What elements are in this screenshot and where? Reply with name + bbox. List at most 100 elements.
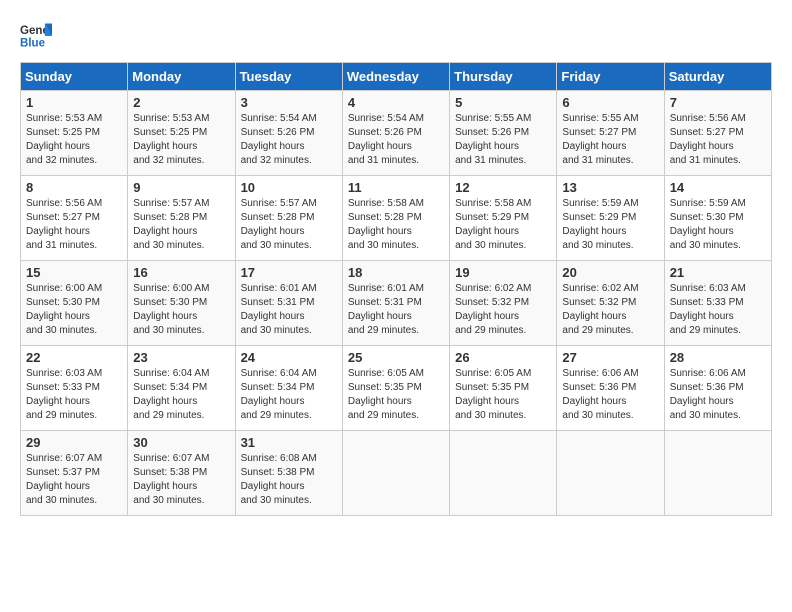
day-header-saturday: Saturday bbox=[664, 63, 771, 91]
calendar-cell: 7 Sunrise: 5:56 AMSunset: 5:27 PMDayligh… bbox=[664, 91, 771, 176]
cell-content: Sunrise: 6:05 AMSunset: 5:35 PMDaylight … bbox=[455, 367, 551, 423]
day-number: 22 bbox=[26, 350, 122, 365]
cell-content: Sunrise: 5:53 AMSunset: 5:25 PMDaylight … bbox=[133, 112, 229, 168]
cell-content: Sunrise: 5:57 AMSunset: 5:28 PMDaylight … bbox=[241, 197, 337, 253]
page-header: General Blue bbox=[20, 20, 772, 52]
day-number: 8 bbox=[26, 180, 122, 195]
day-number: 28 bbox=[670, 350, 766, 365]
calendar-cell: 26 Sunrise: 6:05 AMSunset: 5:35 PMDaylig… bbox=[450, 346, 557, 431]
calendar-cell: 21 Sunrise: 6:03 AMSunset: 5:33 PMDaylig… bbox=[664, 261, 771, 346]
calendar-week-2: 8 Sunrise: 5:56 AMSunset: 5:27 PMDayligh… bbox=[21, 176, 772, 261]
day-number: 6 bbox=[562, 95, 658, 110]
calendar-cell bbox=[557, 431, 664, 516]
calendar-cell: 24 Sunrise: 6:04 AMSunset: 5:34 PMDaylig… bbox=[235, 346, 342, 431]
day-number: 29 bbox=[26, 435, 122, 450]
day-number: 27 bbox=[562, 350, 658, 365]
day-number: 19 bbox=[455, 265, 551, 280]
calendar-cell: 13 Sunrise: 5:59 AMSunset: 5:29 PMDaylig… bbox=[557, 176, 664, 261]
day-number: 20 bbox=[562, 265, 658, 280]
cell-content: Sunrise: 6:08 AMSunset: 5:38 PMDaylight … bbox=[241, 452, 337, 508]
calendar-cell: 8 Sunrise: 5:56 AMSunset: 5:27 PMDayligh… bbox=[21, 176, 128, 261]
calendar-cell bbox=[450, 431, 557, 516]
day-number: 13 bbox=[562, 180, 658, 195]
day-number: 17 bbox=[241, 265, 337, 280]
day-number: 21 bbox=[670, 265, 766, 280]
day-header-monday: Monday bbox=[128, 63, 235, 91]
calendar-body: 1 Sunrise: 5:53 AMSunset: 5:25 PMDayligh… bbox=[21, 91, 772, 516]
day-number: 25 bbox=[348, 350, 444, 365]
calendar-cell: 28 Sunrise: 6:06 AMSunset: 5:36 PMDaylig… bbox=[664, 346, 771, 431]
calendar-cell: 25 Sunrise: 6:05 AMSunset: 5:35 PMDaylig… bbox=[342, 346, 449, 431]
day-number: 26 bbox=[455, 350, 551, 365]
day-number: 30 bbox=[133, 435, 229, 450]
day-number: 12 bbox=[455, 180, 551, 195]
calendar-cell: 19 Sunrise: 6:02 AMSunset: 5:32 PMDaylig… bbox=[450, 261, 557, 346]
cell-content: Sunrise: 5:54 AMSunset: 5:26 PMDaylight … bbox=[241, 112, 337, 168]
day-number: 18 bbox=[348, 265, 444, 280]
day-number: 24 bbox=[241, 350, 337, 365]
calendar-cell: 27 Sunrise: 6:06 AMSunset: 5:36 PMDaylig… bbox=[557, 346, 664, 431]
calendar-cell: 9 Sunrise: 5:57 AMSunset: 5:28 PMDayligh… bbox=[128, 176, 235, 261]
calendar-cell: 3 Sunrise: 5:54 AMSunset: 5:26 PMDayligh… bbox=[235, 91, 342, 176]
logo-icon: General Blue bbox=[20, 20, 52, 52]
day-header-sunday: Sunday bbox=[21, 63, 128, 91]
day-number: 15 bbox=[26, 265, 122, 280]
cell-content: Sunrise: 5:53 AMSunset: 5:25 PMDaylight … bbox=[26, 112, 122, 168]
calendar-cell: 15 Sunrise: 6:00 AMSunset: 5:30 PMDaylig… bbox=[21, 261, 128, 346]
calendar-cell: 16 Sunrise: 6:00 AMSunset: 5:30 PMDaylig… bbox=[128, 261, 235, 346]
day-number: 31 bbox=[241, 435, 337, 450]
day-header-tuesday: Tuesday bbox=[235, 63, 342, 91]
svg-text:Blue: Blue bbox=[20, 38, 46, 50]
day-number: 3 bbox=[241, 95, 337, 110]
calendar-table: SundayMondayTuesdayWednesdayThursdayFrid… bbox=[20, 62, 772, 516]
calendar-cell: 17 Sunrise: 6:01 AMSunset: 5:31 PMDaylig… bbox=[235, 261, 342, 346]
calendar-cell: 23 Sunrise: 6:04 AMSunset: 5:34 PMDaylig… bbox=[128, 346, 235, 431]
day-number: 16 bbox=[133, 265, 229, 280]
cell-content: Sunrise: 6:02 AMSunset: 5:32 PMDaylight … bbox=[562, 282, 658, 338]
cell-content: Sunrise: 5:59 AMSunset: 5:30 PMDaylight … bbox=[670, 197, 766, 253]
cell-content: Sunrise: 6:06 AMSunset: 5:36 PMDaylight … bbox=[562, 367, 658, 423]
cell-content: Sunrise: 6:06 AMSunset: 5:36 PMDaylight … bbox=[670, 367, 766, 423]
cell-content: Sunrise: 6:03 AMSunset: 5:33 PMDaylight … bbox=[670, 282, 766, 338]
cell-content: Sunrise: 6:04 AMSunset: 5:34 PMDaylight … bbox=[133, 367, 229, 423]
day-header-friday: Friday bbox=[557, 63, 664, 91]
day-header-wednesday: Wednesday bbox=[342, 63, 449, 91]
cell-content: Sunrise: 6:04 AMSunset: 5:34 PMDaylight … bbox=[241, 367, 337, 423]
calendar-cell: 5 Sunrise: 5:55 AMSunset: 5:26 PMDayligh… bbox=[450, 91, 557, 176]
day-number: 5 bbox=[455, 95, 551, 110]
calendar-week-3: 15 Sunrise: 6:00 AMSunset: 5:30 PMDaylig… bbox=[21, 261, 772, 346]
day-number: 14 bbox=[670, 180, 766, 195]
day-number: 4 bbox=[348, 95, 444, 110]
calendar-cell bbox=[342, 431, 449, 516]
calendar-cell bbox=[664, 431, 771, 516]
cell-content: Sunrise: 5:55 AMSunset: 5:27 PMDaylight … bbox=[562, 112, 658, 168]
calendar-week-4: 22 Sunrise: 6:03 AMSunset: 5:33 PMDaylig… bbox=[21, 346, 772, 431]
calendar-cell: 4 Sunrise: 5:54 AMSunset: 5:26 PMDayligh… bbox=[342, 91, 449, 176]
calendar-cell: 2 Sunrise: 5:53 AMSunset: 5:25 PMDayligh… bbox=[128, 91, 235, 176]
cell-content: Sunrise: 6:07 AMSunset: 5:37 PMDaylight … bbox=[26, 452, 122, 508]
calendar-cell: 11 Sunrise: 5:58 AMSunset: 5:28 PMDaylig… bbox=[342, 176, 449, 261]
day-number: 10 bbox=[241, 180, 337, 195]
cell-content: Sunrise: 5:58 AMSunset: 5:29 PMDaylight … bbox=[455, 197, 551, 253]
cell-content: Sunrise: 6:05 AMSunset: 5:35 PMDaylight … bbox=[348, 367, 444, 423]
cell-content: Sunrise: 5:59 AMSunset: 5:29 PMDaylight … bbox=[562, 197, 658, 253]
calendar-cell: 12 Sunrise: 5:58 AMSunset: 5:29 PMDaylig… bbox=[450, 176, 557, 261]
cell-content: Sunrise: 6:03 AMSunset: 5:33 PMDaylight … bbox=[26, 367, 122, 423]
day-number: 7 bbox=[670, 95, 766, 110]
day-number: 2 bbox=[133, 95, 229, 110]
calendar-cell: 10 Sunrise: 5:57 AMSunset: 5:28 PMDaylig… bbox=[235, 176, 342, 261]
cell-content: Sunrise: 5:55 AMSunset: 5:26 PMDaylight … bbox=[455, 112, 551, 168]
calendar-cell: 20 Sunrise: 6:02 AMSunset: 5:32 PMDaylig… bbox=[557, 261, 664, 346]
calendar-cell: 30 Sunrise: 6:07 AMSunset: 5:38 PMDaylig… bbox=[128, 431, 235, 516]
calendar-header-row: SundayMondayTuesdayWednesdayThursdayFrid… bbox=[21, 63, 772, 91]
calendar-cell: 18 Sunrise: 6:01 AMSunset: 5:31 PMDaylig… bbox=[342, 261, 449, 346]
cell-content: Sunrise: 6:00 AMSunset: 5:30 PMDaylight … bbox=[26, 282, 122, 338]
cell-content: Sunrise: 5:54 AMSunset: 5:26 PMDaylight … bbox=[348, 112, 444, 168]
day-number: 1 bbox=[26, 95, 122, 110]
logo: General Blue bbox=[20, 20, 52, 52]
day-number: 11 bbox=[348, 180, 444, 195]
calendar-cell: 6 Sunrise: 5:55 AMSunset: 5:27 PMDayligh… bbox=[557, 91, 664, 176]
day-header-thursday: Thursday bbox=[450, 63, 557, 91]
calendar-cell: 22 Sunrise: 6:03 AMSunset: 5:33 PMDaylig… bbox=[21, 346, 128, 431]
calendar-cell: 1 Sunrise: 5:53 AMSunset: 5:25 PMDayligh… bbox=[21, 91, 128, 176]
